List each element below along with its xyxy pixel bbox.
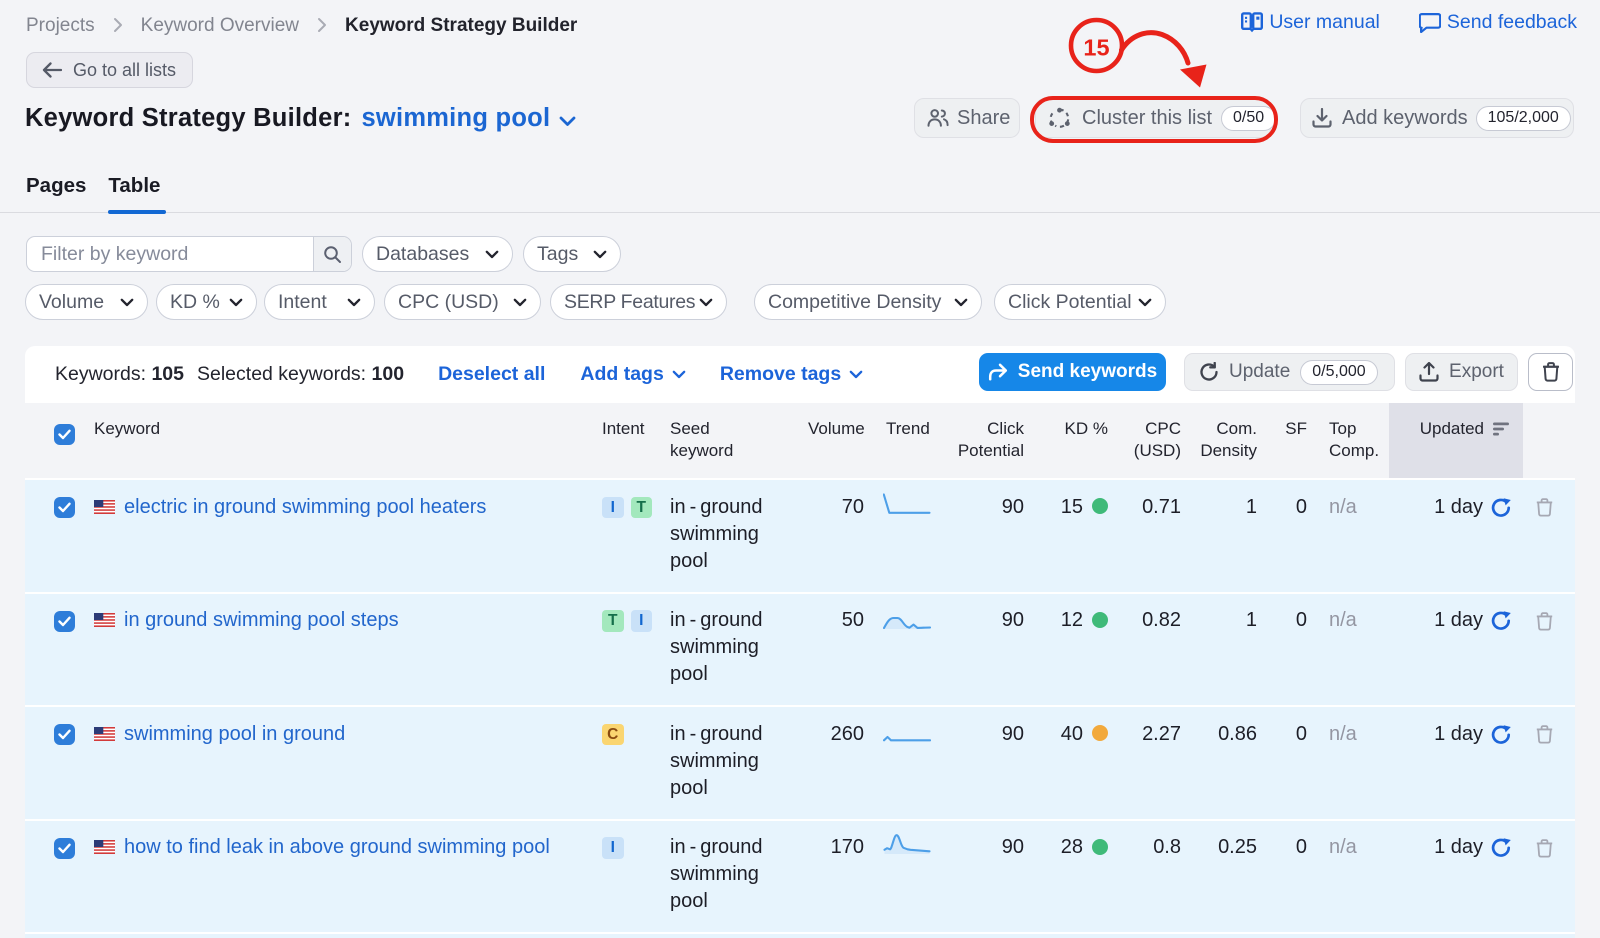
svg-text:15: 15 — [1083, 35, 1109, 61]
